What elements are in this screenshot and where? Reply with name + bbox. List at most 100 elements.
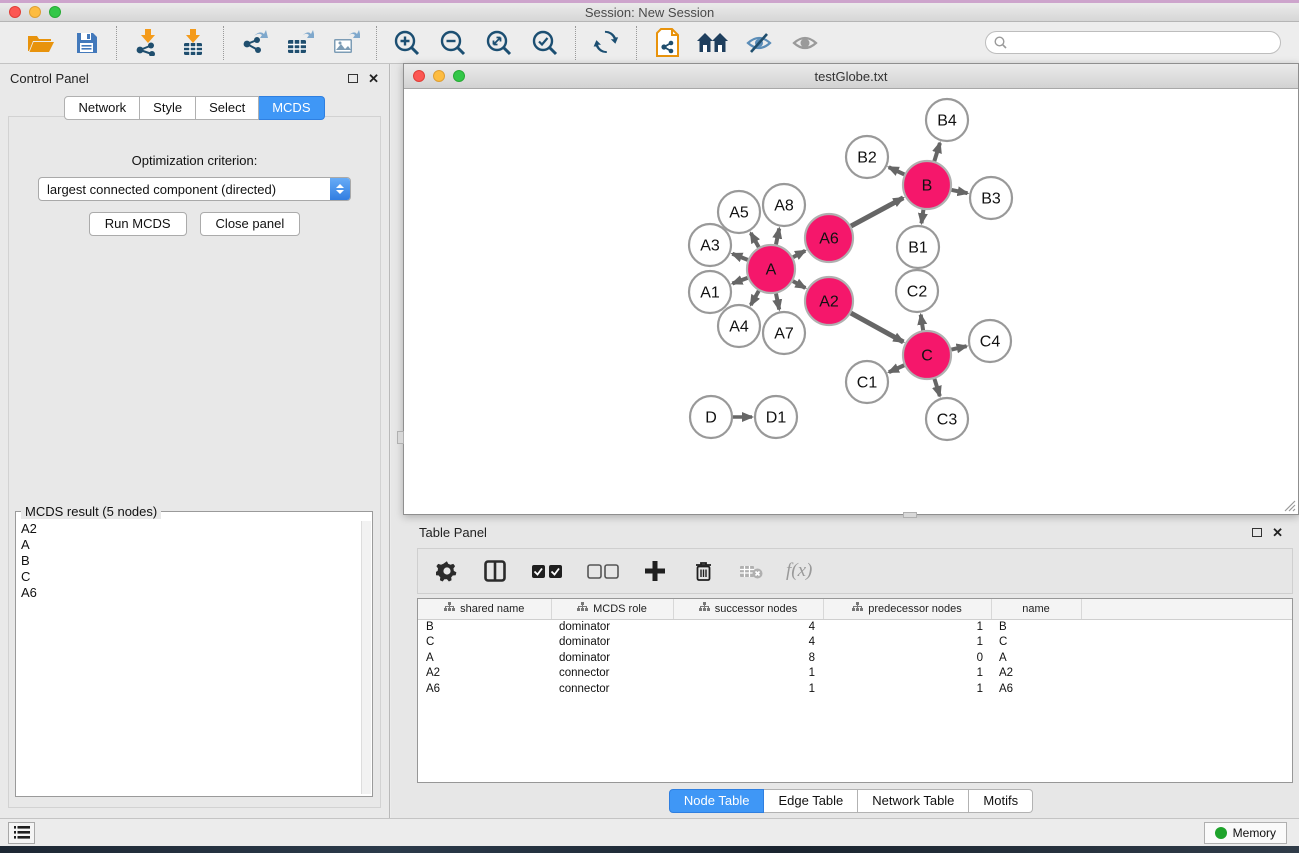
delete-icon[interactable] [690,556,716,586]
result-item[interactable]: B [18,553,360,569]
edge-C-C4[interactable] [951,346,966,349]
export-table-icon[interactable] [284,28,316,58]
graph-node-A[interactable]: A [747,245,795,293]
table-cell[interactable]: B [418,619,551,635]
close-table-panel-icon[interactable]: ✕ [1272,526,1283,539]
column-header-MCDS-role[interactable]: MCDS role [551,599,673,619]
graph-node-C[interactable]: C [903,331,951,379]
table-cell[interactable]: dominator [551,635,673,651]
table-cell[interactable]: connector [551,666,673,682]
edge-B-B3[interactable] [951,190,967,193]
edge-A2-C[interactable] [851,313,903,342]
column-header-shared-name[interactable]: shared name [418,599,551,619]
edge-C-C3[interactable] [934,379,939,396]
graph-node-B3[interactable]: B3 [970,177,1012,219]
tab-mcds[interactable]: MCDS [259,96,324,120]
zoom-selected-icon[interactable] [529,28,561,58]
table-cell[interactable]: B [991,619,1081,635]
edge-B-B2[interactable] [889,167,905,174]
close-panel-icon[interactable]: ✕ [368,72,379,85]
edge-A-A1[interactable] [732,278,747,284]
show-all-icon[interactable] [789,28,821,58]
zoom-in-icon[interactable] [391,28,423,58]
task-history-button[interactable] [8,822,35,844]
tab-style[interactable]: Style [140,96,196,120]
table-cell[interactable]: A [418,650,551,666]
graph-node-A3[interactable]: A3 [689,224,731,266]
edge-A6-B[interactable] [851,198,903,226]
graph-node-B1[interactable]: B1 [897,226,939,268]
deselect-all-icon[interactable] [586,556,620,586]
graph-node-B2[interactable]: B2 [846,136,888,178]
table-cell[interactable]: C [991,635,1081,651]
table-cell[interactable]: A6 [991,681,1081,697]
edge-A-A4[interactable] [751,291,759,305]
edge-A-A7[interactable] [776,293,779,309]
table-row[interactable]: Cdominator41C [418,635,1292,651]
table-cell[interactable]: 1 [823,635,991,651]
edge-A-A2[interactable] [793,281,805,288]
graph-node-A1[interactable]: A1 [689,271,731,313]
add-icon[interactable] [642,556,668,586]
export-network-icon[interactable] [238,28,270,58]
graph-node-D[interactable]: D [690,396,732,438]
graph-node-C3[interactable]: C3 [926,398,968,440]
result-item[interactable]: A [18,537,360,553]
import-network-icon[interactable] [131,28,163,58]
float-panel-icon[interactable] [348,74,358,83]
search-input[interactable] [1012,36,1272,50]
column-header-name[interactable]: name [991,599,1081,619]
function-builder-icon[interactable]: f(x) [786,560,812,582]
edge-A-A5[interactable] [751,233,759,247]
edge-A-A3[interactable] [732,254,747,260]
float-table-panel-icon[interactable] [1252,528,1262,537]
tab-network[interactable]: Network [64,96,140,120]
graph-node-C1[interactable]: C1 [846,361,888,403]
table-cell[interactable]: 0 [823,650,991,666]
vertical-split-handle[interactable] [397,431,404,444]
edge-A-A8[interactable] [776,229,779,245]
column-header-successor-nodes[interactable]: successor nodes [673,599,823,619]
column-header-predecessor-nodes[interactable]: predecessor nodes [823,599,991,619]
edge-B-B1[interactable] [921,210,923,224]
gear-icon[interactable] [434,556,460,586]
table-cell[interactable]: 4 [673,635,823,651]
graph-node-B[interactable]: B [903,161,951,209]
split-column-icon[interactable] [482,556,508,586]
table-cell[interactable]: 8 [673,650,823,666]
table-cell[interactable]: A2 [418,666,551,682]
edge-A-A6[interactable] [793,251,805,257]
result-scrollbar[interactable] [361,521,371,794]
edge-B-B4[interactable] [934,143,940,161]
graph-node-C4[interactable]: C4 [969,320,1011,362]
network-canvas[interactable]: B4B2BB3A5A8A6B1A3AA1C2A2A4A7C4CC1C3DD1 [404,89,1298,514]
window-resize-grip[interactable] [1282,498,1296,512]
zoom-fit-icon[interactable] [483,28,515,58]
graph-node-A2[interactable]: A2 [805,277,853,325]
table-cell[interactable]: 1 [823,681,991,697]
edge-C-C1[interactable] [889,365,904,372]
table-row[interactable]: A6connector11A6 [418,681,1292,697]
memory-button[interactable]: Memory [1204,822,1287,844]
table-row[interactable]: Bdominator41B [418,619,1292,635]
refresh-icon[interactable] [590,28,622,58]
result-item[interactable]: A2 [18,521,360,537]
hide-selected-icon[interactable] [743,28,775,58]
tab-motifs[interactable]: Motifs [969,789,1033,813]
zoom-out-icon[interactable] [437,28,469,58]
table-cell[interactable]: dominator [551,619,673,635]
close-panel-button[interactable]: Close panel [200,212,301,236]
node-table[interactable]: shared nameMCDS rolesuccessor nodesprede… [417,598,1293,783]
import-table-icon[interactable] [177,28,209,58]
edge-C-C2[interactable] [921,315,923,331]
table-cell[interactable]: 1 [673,666,823,682]
open-session-icon[interactable] [24,28,56,58]
tab-select[interactable]: Select [196,96,259,120]
table-row[interactable]: Adominator80A [418,650,1292,666]
table-cell[interactable]: connector [551,681,673,697]
graph-node-A5[interactable]: A5 [718,191,760,233]
graph-node-B4[interactable]: B4 [926,99,968,141]
run-mcds-button[interactable]: Run MCDS [89,212,187,236]
graph-node-A4[interactable]: A4 [718,305,760,347]
graph-node-A8[interactable]: A8 [763,184,805,226]
